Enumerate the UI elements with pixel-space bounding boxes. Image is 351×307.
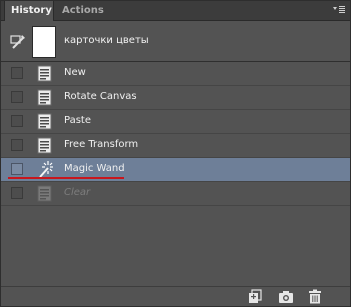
history-state-list: New Rotate Canvas Paste Free Transform M… xyxy=(1,62,350,206)
history-brush-source-checkbox[interactable] xyxy=(11,91,23,103)
snapshot-thumbnail xyxy=(32,26,56,58)
history-state-row[interactable]: Free Transform xyxy=(1,134,350,158)
panel-menu-icon[interactable] xyxy=(332,4,346,16)
document-state-icon xyxy=(36,184,54,203)
history-state-row[interactable]: Rotate Canvas xyxy=(1,86,350,110)
tab-history[interactable]: History xyxy=(4,1,54,21)
history-state-label: Clear xyxy=(64,187,91,198)
history-brush-icon[interactable] xyxy=(10,34,26,50)
history-state-label: Paste xyxy=(64,115,91,126)
document-state-icon xyxy=(36,136,54,155)
history-brush-source-checkbox[interactable] xyxy=(11,115,23,127)
snapshot-name: карточки цветы xyxy=(64,35,149,46)
history-state-label: New xyxy=(64,67,86,78)
history-state-label: Rotate Canvas xyxy=(64,91,137,102)
history-state-label: Free Transform xyxy=(64,139,139,150)
panel-footer-toolbar xyxy=(1,286,350,306)
history-panel: History Actions карточки цветы New Rotat… xyxy=(0,0,351,307)
tab-actions[interactable]: Actions xyxy=(56,1,106,20)
history-brush-source-checkbox[interactable] xyxy=(11,139,23,151)
red-underline-annotation xyxy=(8,177,124,179)
snapshot-row[interactable]: карточки цветы xyxy=(1,21,350,62)
history-state-row-undone[interactable]: Clear xyxy=(1,182,350,206)
panel-tab-bar: History Actions xyxy=(1,1,350,21)
history-brush-source-checkbox[interactable] xyxy=(11,67,23,79)
document-state-icon xyxy=(36,112,54,131)
history-state-label: Magic Wand xyxy=(64,163,125,174)
document-state-icon xyxy=(36,64,54,83)
history-state-row[interactable]: New xyxy=(1,62,350,86)
document-state-icon xyxy=(36,88,54,107)
trash-icon[interactable] xyxy=(307,289,323,304)
camera-snapshot-icon[interactable] xyxy=(278,289,294,304)
history-state-row[interactable]: Paste xyxy=(1,110,350,134)
history-brush-source-checkbox[interactable] xyxy=(11,187,23,199)
history-brush-source-checkbox[interactable] xyxy=(11,163,23,175)
new-document-from-state-icon[interactable] xyxy=(247,289,263,304)
